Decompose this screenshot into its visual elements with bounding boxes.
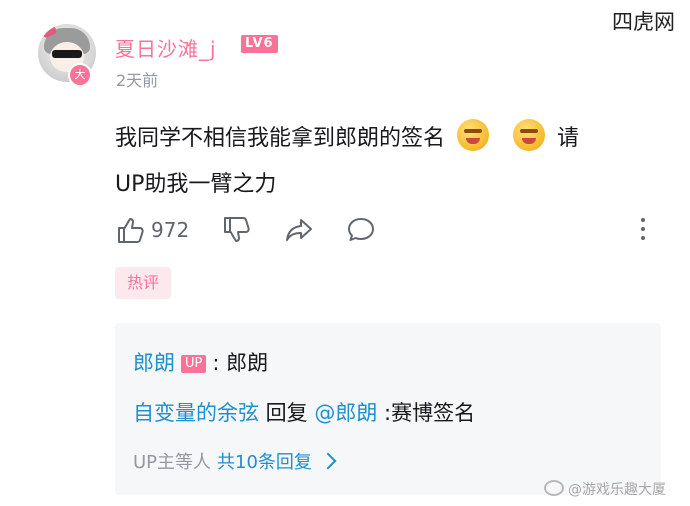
reply-preview-box[interactable]: 郎朗 UP : 郎朗 自变量的余弦 回复 @郎朗 :赛博签名 UP主等人 共10条回复 [115,323,661,495]
reply-text: : 郎朗 [212,351,269,375]
reply-summary-prefix: UP主等人 [133,452,212,473]
more-icon[interactable] [640,218,646,245]
comment-text-1: 我同学不相信我能拿到郎朗的签名 [115,126,446,151]
reply-text: :赛博签名 [377,401,476,425]
username[interactable]: 夏日沙滩_j [115,33,217,62]
comment-content: 我同学不相信我能拿到郎朗的签名 请 UP助我一臂之力 [115,116,660,208]
reply-count[interactable]: 共10条回复 [217,452,312,473]
reply-author[interactable]: 自变量的余弦 [133,401,259,425]
comment-text-3: UP助我一臂之力 [115,172,277,197]
thumbs-down-icon[interactable] [221,214,253,246]
comment-icon[interactable] [345,214,377,246]
up-badge: UP [181,355,207,373]
reply-action: 回复 [259,401,315,425]
angry-face-emoji [457,119,490,151]
reply-item[interactable]: 郎朗 UP : 郎朗 [133,347,268,377]
like-count: 972 [151,218,190,242]
share-icon[interactable] [283,214,315,246]
reply-mention[interactable]: @郎朗 [314,401,377,425]
view-all-replies[interactable]: UP主等人 共10条回复 [133,448,337,474]
reply-item[interactable]: 自变量的余弦 回复 @郎朗 :赛博签名 [133,397,475,427]
watermark-bottom-text: @游戏乐趣大厦 [568,482,666,498]
weibo-logo-icon [544,480,564,496]
thumbs-up-icon[interactable] [115,214,147,246]
reply-author[interactable]: 郎朗 [133,351,175,375]
comment-text-2: 请 [557,126,580,151]
comment-time: 2天前 [116,71,159,90]
watermark-bottom: @游戏乐趣大厦 [544,479,666,499]
hot-comment-tag: 热评 [115,267,171,299]
level-badge: LV6 [241,35,278,53]
angry-face-emoji [513,119,546,151]
chevron-right-icon [319,452,337,470]
watermark-top: 四虎网 [612,10,675,34]
avatar-badge: 大 [68,63,92,87]
